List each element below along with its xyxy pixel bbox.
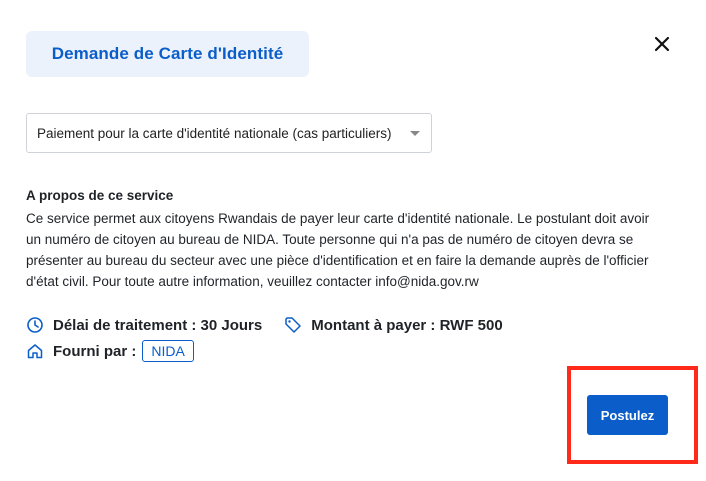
close-button[interactable] (648, 30, 676, 58)
provider-badge[interactable]: NIDA (142, 340, 194, 362)
about-description: Ce service permet aux citoyens Rwandais … (26, 211, 650, 289)
price-tag-icon (284, 316, 302, 334)
processing-time: Délai de traitement : 30 Jours (53, 316, 263, 334)
clock-icon (26, 316, 44, 334)
provider-label: Fourni par : (53, 342, 137, 360)
amount-to-pay: Montant à payer : RWF 500 (311, 316, 503, 334)
home-icon (26, 342, 44, 360)
service-modal: Demande de Carte d'Identité Paiement pou… (0, 0, 706, 481)
apply-button[interactable]: Postulez (587, 395, 668, 435)
close-icon (654, 36, 670, 52)
service-select-value: Paiement pour la carte d'identité nation… (37, 125, 392, 141)
meta-row-primary: Délai de traitement : 30 Jours Montant à… (26, 316, 503, 334)
meta-row-provider: Fourni par : NIDA (26, 340, 194, 362)
chevron-down-icon (410, 131, 420, 136)
about-heading: A propos de ce service (26, 188, 174, 203)
about-section: A propos de ce service Ce service permet… (26, 186, 666, 292)
modal-title-chip: Demande de Carte d'Identité (26, 31, 309, 77)
modal-title: Demande de Carte d'Identité (51, 44, 284, 63)
service-select[interactable]: Paiement pour la carte d'identité nation… (26, 113, 432, 153)
